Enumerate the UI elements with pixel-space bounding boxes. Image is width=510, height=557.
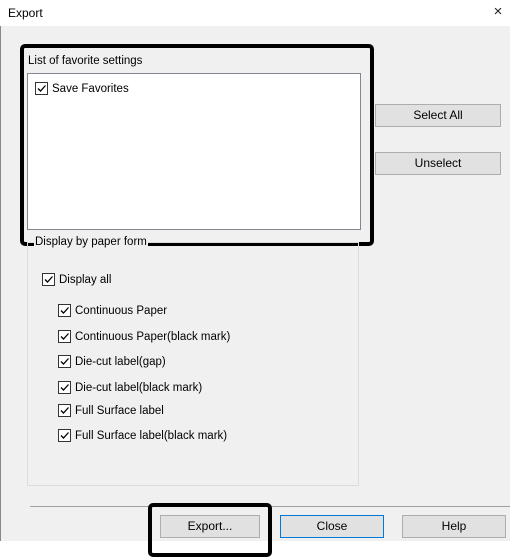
unselect-label: Unselect <box>414 156 462 170</box>
window-title: Export <box>8 6 43 20</box>
paper-option-label: Full Surface label(black mark) <box>75 429 228 442</box>
save-favorites-label: Save Favorites <box>52 82 129 95</box>
die-cut-black-mark-checkbox[interactable] <box>58 381 71 394</box>
checkmark-icon <box>60 432 69 439</box>
export-button[interactable]: Export... <box>160 515 260 538</box>
paper-option-row[interactable]: Die-cut label(gap) <box>58 355 166 368</box>
select-all-button[interactable]: Select All <box>375 104 501 127</box>
select-all-label: Select All <box>413 108 463 122</box>
checkmark-icon <box>44 276 53 283</box>
paper-option-label: Die-cut label(black mark) <box>75 381 203 394</box>
help-button[interactable]: Help <box>402 515 506 538</box>
full-surface-checkbox[interactable] <box>58 404 71 417</box>
footer-divider <box>30 506 510 507</box>
checkmark-icon <box>60 307 69 314</box>
checkmark-icon <box>60 384 69 391</box>
continuous-paper-checkbox[interactable] <box>58 304 71 317</box>
paper-option-label: Continuous Paper <box>75 304 168 317</box>
checkmark-icon <box>37 85 46 92</box>
export-label: Export... <box>187 519 233 533</box>
close-button[interactable]: Close <box>280 515 384 538</box>
close-label: Close <box>316 519 348 533</box>
paper-option-row[interactable]: Continuous Paper <box>58 304 167 317</box>
display-all-label: Display all <box>59 273 112 286</box>
favorites-list[interactable]: Save Favorites <box>27 73 361 230</box>
checkmark-icon <box>60 407 69 414</box>
paper-option-row[interactable]: Full Surface label <box>58 404 164 417</box>
paper-form-group-label: Display by paper form <box>34 236 148 248</box>
export-dialog: Export × List of favorite settings Save … <box>0 0 510 557</box>
paper-option-label: Die-cut label(gap) <box>75 355 166 368</box>
help-label: Help <box>441 519 467 533</box>
title-bar: Export × <box>0 0 510 26</box>
checkmark-icon <box>60 358 69 365</box>
unselect-button[interactable]: Unselect <box>375 152 501 175</box>
checkmark-icon <box>60 333 69 340</box>
paper-option-label: Full Surface label <box>75 404 164 417</box>
paper-option-row[interactable]: Die-cut label(black mark) <box>58 381 202 394</box>
die-cut-gap-checkbox[interactable] <box>58 355 71 368</box>
list-item[interactable]: Save Favorites <box>35 82 129 95</box>
favorites-group-label: List of favorite settings <box>27 55 144 67</box>
save-favorites-checkbox[interactable] <box>35 82 48 95</box>
display-all-row[interactable]: Display all <box>42 273 111 286</box>
continuous-paper-black-mark-checkbox[interactable] <box>58 330 71 343</box>
window-border <box>0 26 1 541</box>
paper-option-row[interactable]: Continuous Paper(black mark) <box>58 330 230 343</box>
paper-option-row[interactable]: Full Surface label(black mark) <box>58 429 227 442</box>
paper-option-label: Continuous Paper(black mark) <box>75 330 231 343</box>
display-all-checkbox[interactable] <box>42 273 55 286</box>
close-icon[interactable]: × <box>488 2 508 22</box>
full-surface-black-mark-checkbox[interactable] <box>58 429 71 442</box>
